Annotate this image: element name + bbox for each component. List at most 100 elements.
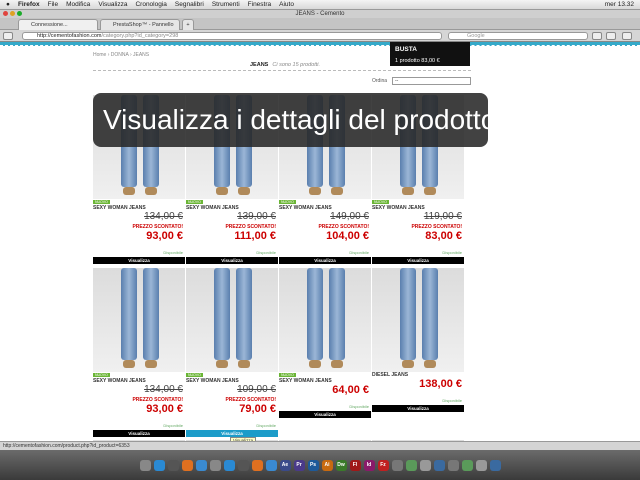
menu-aiuto[interactable]: Aiuto: [279, 1, 294, 8]
old-price: 134,00 €: [144, 384, 183, 395]
product-card: NUOVO SEXY WOMAN JEANS 134,00 € PREZZO SCON…: [93, 268, 185, 437]
dock-app-icon[interactable]: [489, 459, 501, 471]
view-button[interactable]: Visualizza: [372, 405, 464, 412]
dock-app-icon[interactable]: [209, 459, 221, 471]
old-price: 149,00 €: [330, 211, 369, 222]
new-badge: NUOVO: [372, 200, 389, 204]
product-image[interactable]: [372, 268, 464, 372]
dock: Ae Pr Ps Ai Dw Fl Id Fz: [0, 450, 640, 480]
view-button[interactable]: Visualizza: [279, 257, 371, 264]
old-price: 134,00 €: [144, 211, 183, 222]
menu-cronologia[interactable]: Cronologia: [135, 1, 166, 8]
tab-label: Connessione...: [31, 22, 68, 28]
sort-label: Ordina: [372, 78, 388, 84]
close-window-icon[interactable]: [3, 11, 8, 16]
url-bar[interactable]: http://cementofashion.com/category.php?i…: [22, 32, 442, 40]
product-image[interactable]: [186, 268, 278, 372]
cart-block[interactable]: BUSTA 1 prodotto 83,00 €: [390, 42, 470, 66]
dock-app-icon[interactable]: [139, 459, 151, 471]
menu-finestra[interactable]: Finestra: [248, 1, 271, 8]
bookmarks-button[interactable]: [606, 32, 616, 40]
dock-app-icon[interactable]: Ps: [307, 459, 319, 471]
nav-toolbar: http://cementofashion.com/category.php?i…: [0, 30, 640, 42]
back-button[interactable]: [3, 32, 13, 40]
menu-modifica[interactable]: Modifica: [66, 1, 90, 8]
apple-icon[interactable]: ●: [6, 1, 10, 8]
clock[interactable]: mer 13.32: [605, 1, 634, 8]
dock-app-icon[interactable]: Id: [363, 459, 375, 471]
breadcrumb[interactable]: Home › DONNA › JEANS: [93, 52, 149, 58]
dock-app-icon[interactable]: [405, 459, 417, 471]
dock-app-icon[interactable]: [391, 459, 403, 471]
price: 111,00 €: [234, 230, 276, 242]
availability: Disponibile: [349, 250, 369, 255]
availability: Disponibile: [349, 404, 369, 409]
new-badge: NUOVO: [93, 373, 110, 377]
category-name: JEANS: [250, 62, 269, 68]
menu-strumenti[interactable]: Strumenti: [212, 1, 240, 8]
dock-app-icon[interactable]: Pr: [293, 459, 305, 471]
home-button[interactable]: [592, 32, 602, 40]
new-badge: NUOVO: [279, 200, 296, 204]
product-image[interactable]: [93, 268, 185, 372]
availability: Disponibile: [442, 398, 462, 403]
status-bar: http://cementofashion.com/product.php?id…: [0, 441, 640, 450]
availability: Disponibile: [442, 250, 462, 255]
dock-app-icon[interactable]: [475, 459, 487, 471]
menu-visualizza[interactable]: Visualizza: [98, 1, 127, 8]
new-badge: NUOVO: [93, 200, 110, 204]
sort-select[interactable]: --: [392, 77, 471, 85]
site-header-stripe: [0, 42, 640, 46]
zoom-icon[interactable]: [17, 11, 22, 16]
menu-file[interactable]: File: [48, 1, 58, 8]
tab-connessione[interactable]: Connessione...: [18, 19, 98, 30]
dock-app-icon[interactable]: [265, 459, 277, 471]
dock-app-icon[interactable]: [167, 459, 179, 471]
dock-app-icon[interactable]: [195, 459, 207, 471]
price: 64,00 €: [332, 384, 369, 396]
view-button[interactable]: Visualizza: [279, 411, 371, 418]
window-title: JEANS - Cemento: [295, 11, 345, 17]
availability: Disponibile: [256, 250, 276, 255]
cart-summary: 1 prodotto 83,00 €: [395, 58, 440, 64]
dock-app-icon[interactable]: Ai: [321, 459, 333, 471]
dock-app-icon[interactable]: [223, 459, 235, 471]
cart-title[interactable]: BUSTA: [395, 46, 465, 53]
dock-app-icon[interactable]: [153, 459, 165, 471]
tab-bar: Connessione... PrestaShop™ - Pannello di…: [0, 18, 640, 38]
view-button[interactable]: Visualizza: [186, 430, 278, 437]
new-badge: NUOVO: [186, 200, 203, 204]
dock-app-icon[interactable]: [433, 459, 445, 471]
dock-app-icon[interactable]: Fl: [349, 459, 361, 471]
dock-app-icon[interactable]: [237, 459, 249, 471]
old-price: 139,00 €: [237, 211, 276, 222]
menu-segnalibri[interactable]: Segnalibri: [175, 1, 204, 8]
category-title: JEANS Ci sono 15 prodotti.: [250, 62, 320, 68]
dock-app-icon[interactable]: Fz: [377, 459, 389, 471]
dock-app-icon[interactable]: Dw: [335, 459, 347, 471]
price: 93,00 €: [146, 403, 183, 415]
dock-app-icon[interactable]: [181, 459, 193, 471]
search-input[interactable]: Google: [448, 32, 588, 40]
minimize-icon[interactable]: [10, 11, 15, 16]
mac-menubar: ● Firefox File Modifica Visualizza Crono…: [0, 0, 640, 10]
new-badge: NUOVO: [279, 373, 296, 377]
old-price: 109,00 €: [237, 384, 276, 395]
dock-app-icon[interactable]: Ae: [279, 459, 291, 471]
new-tab-button[interactable]: +: [182, 19, 194, 30]
dock-app-icon[interactable]: [419, 459, 431, 471]
product-image[interactable]: [279, 268, 371, 372]
availability: Disponibile: [256, 423, 276, 428]
menu-app[interactable]: Firefox: [18, 1, 40, 8]
dock-app-icon[interactable]: [447, 459, 459, 471]
view-button[interactable]: Visualizza: [372, 257, 464, 264]
url-domain: http://cementofashion.com: [37, 33, 102, 39]
addons-button[interactable]: [622, 32, 632, 40]
dock-app-icon[interactable]: [461, 459, 473, 471]
view-button[interactable]: Visualizza: [186, 257, 278, 264]
dock-app-icon[interactable]: [251, 459, 263, 471]
tab-prestashop[interactable]: PrestaShop™ - Pannello di amm...: [100, 19, 180, 38]
view-button[interactable]: Visualizza: [93, 257, 185, 264]
view-button[interactable]: Visualizza: [93, 430, 185, 437]
old-price: 119,00 €: [423, 211, 462, 222]
